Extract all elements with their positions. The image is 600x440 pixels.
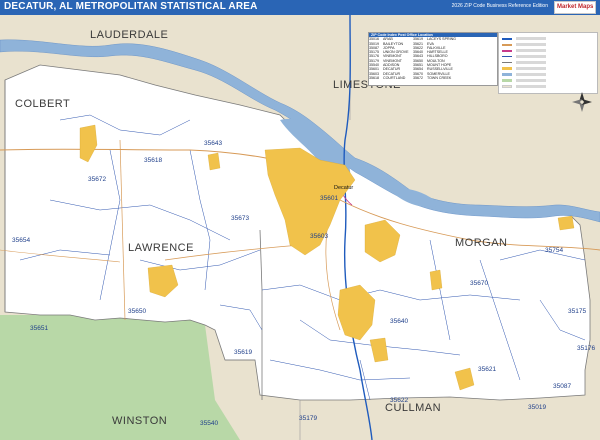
somerville-urban [429, 269, 443, 291]
zip-label: 35019 [528, 404, 546, 411]
edition-label: 2026 ZIP Code Business Reference Edition [451, 3, 548, 9]
north-arrow-icon [572, 92, 592, 112]
table-cell: COURTLAND [383, 75, 406, 80]
county-label-morgan: MORGAN [455, 237, 508, 249]
zip-label: 35087 [553, 383, 571, 390]
zip-label: 35672 [88, 176, 106, 183]
map-title: DECATUR, AL METROPOLITAN STATISTICAL ARE… [4, 1, 258, 12]
zip-label: 35603 [310, 233, 328, 240]
zip-label: 35654 [12, 237, 30, 244]
table-cell: TOWN CREEK [427, 75, 452, 80]
lacey-urban [557, 215, 575, 231]
table-cell: 35618 [369, 75, 379, 80]
legend-item [502, 43, 594, 47]
county-label-colbert: COLBERT [15, 98, 70, 110]
zip-label: 35540 [200, 420, 218, 427]
hillsboro-urban [207, 152, 221, 171]
zip-label: 35175 [568, 308, 586, 315]
zip-label: 35621 [478, 366, 496, 373]
zip-label: 35179 [299, 415, 317, 422]
legend-item [502, 79, 594, 83]
legend-item [502, 67, 594, 71]
table-row: 35618 COURTLAND 35672 TOWN CREEK [369, 76, 497, 80]
county-label-winston: WINSTON [112, 415, 167, 427]
title-bar: DECATUR, AL METROPOLITAN STATISTICAL ARE… [0, 0, 600, 15]
zip-label: 35673 [231, 215, 249, 222]
logo-text: Market Maps [557, 4, 594, 10]
legend-item [502, 37, 594, 41]
legend-item [502, 85, 594, 89]
zip-label: 35651 [30, 325, 48, 332]
map-legend [498, 32, 598, 94]
zip-label: 35622 [390, 397, 408, 404]
zip-index-table: ZIP Code Index Post Office Location 3501… [368, 32, 498, 86]
map-canvas[interactable]: LAUDERDALE LIMESTONE COLBERT LAWRENCE MO… [0, 14, 600, 440]
zip-label: 35618 [144, 157, 162, 164]
legend-item [502, 49, 594, 53]
zip-label: 35754 [545, 247, 563, 254]
zip-label: 35601 [320, 195, 338, 202]
legend-item [502, 73, 594, 77]
map-frame: DECATUR, AL METROPOLITAN STATISTICAL ARE… [0, 0, 600, 440]
table-cell: 35672 [413, 75, 423, 80]
city-label-decatur: Decatur [334, 185, 353, 191]
legend-item [502, 55, 594, 59]
publisher-logo: Market Maps [554, 1, 596, 14]
county-label-lauderdale: LAUDERDALE [90, 29, 168, 41]
zip-label: 35176 [577, 345, 595, 352]
county-label-lawrence: LAWRENCE [128, 242, 194, 254]
zip-label: 35670 [470, 280, 488, 287]
zip-label: 35640 [390, 318, 408, 325]
zip-label: 35643 [204, 140, 222, 147]
zip-label: 35619 [234, 349, 252, 356]
legend-item [502, 61, 594, 65]
zip-label: 35650 [128, 308, 146, 315]
